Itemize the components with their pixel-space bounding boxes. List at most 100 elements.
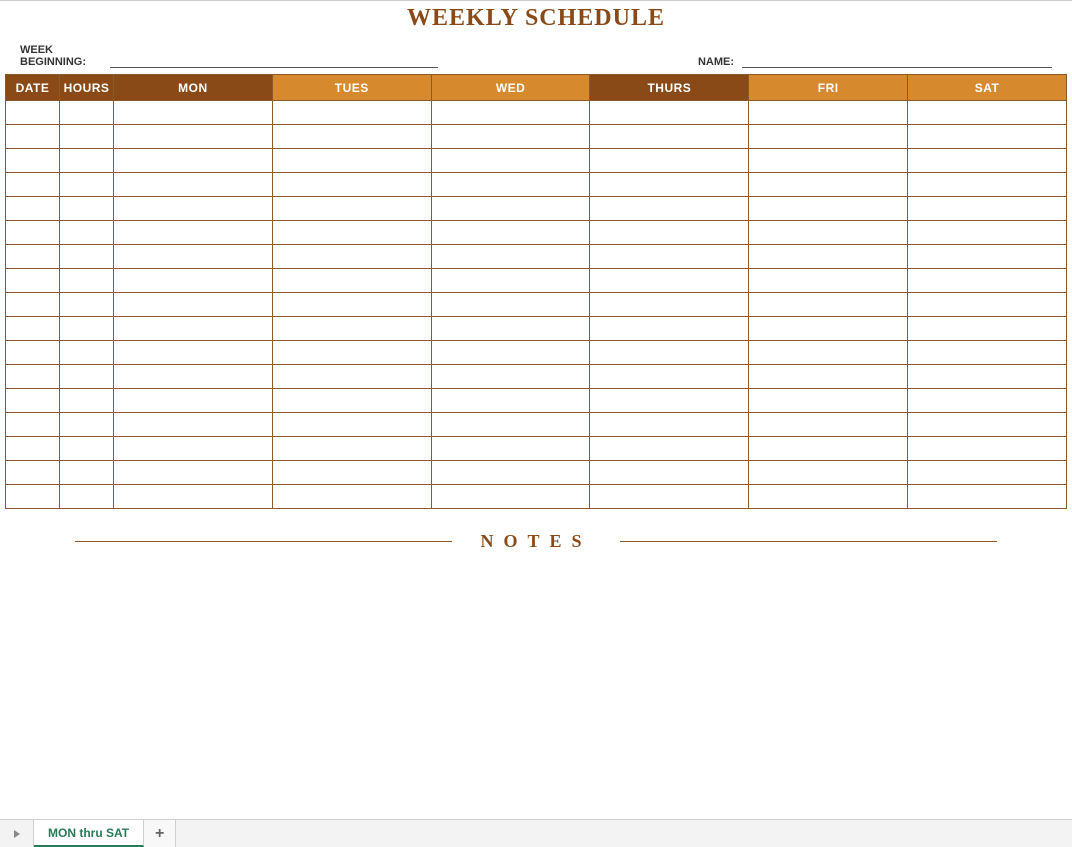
table-cell[interactable] xyxy=(272,365,431,389)
table-cell[interactable] xyxy=(272,269,431,293)
table-cell[interactable] xyxy=(908,245,1067,269)
table-cell[interactable] xyxy=(6,221,60,245)
table-cell[interactable] xyxy=(272,317,431,341)
table-cell[interactable] xyxy=(6,389,60,413)
table-cell[interactable] xyxy=(749,197,908,221)
table-cell[interactable] xyxy=(6,149,60,173)
table-cell[interactable] xyxy=(6,413,60,437)
table-cell[interactable] xyxy=(590,485,749,509)
table-cell[interactable] xyxy=(590,101,749,125)
table-cell[interactable] xyxy=(431,413,590,437)
table-cell[interactable] xyxy=(749,101,908,125)
table-cell[interactable] xyxy=(749,389,908,413)
table-cell[interactable] xyxy=(749,173,908,197)
table-cell[interactable] xyxy=(590,317,749,341)
table-cell[interactable] xyxy=(60,245,114,269)
table-cell[interactable] xyxy=(6,317,60,341)
table-cell[interactable] xyxy=(431,365,590,389)
table-cell[interactable] xyxy=(590,413,749,437)
table-cell[interactable] xyxy=(908,437,1067,461)
table-cell[interactable] xyxy=(908,149,1067,173)
table-cell[interactable] xyxy=(114,485,273,509)
table-cell[interactable] xyxy=(749,221,908,245)
add-sheet-button[interactable]: + xyxy=(144,820,176,847)
table-cell[interactable] xyxy=(908,293,1067,317)
week-beginning-input-line[interactable] xyxy=(110,54,438,68)
table-cell[interactable] xyxy=(114,245,273,269)
table-cell[interactable] xyxy=(749,149,908,173)
name-input-line[interactable] xyxy=(742,54,1052,68)
table-cell[interactable] xyxy=(431,317,590,341)
table-cell[interactable] xyxy=(60,293,114,317)
table-cell[interactable] xyxy=(60,365,114,389)
table-cell[interactable] xyxy=(431,173,590,197)
table-cell[interactable] xyxy=(272,101,431,125)
table-cell[interactable] xyxy=(6,461,60,485)
tab-scroll-right-icon[interactable] xyxy=(0,820,34,847)
table-cell[interactable] xyxy=(114,221,273,245)
table-cell[interactable] xyxy=(114,461,273,485)
table-cell[interactable] xyxy=(60,221,114,245)
table-cell[interactable] xyxy=(908,173,1067,197)
table-cell[interactable] xyxy=(431,149,590,173)
table-cell[interactable] xyxy=(60,341,114,365)
table-cell[interactable] xyxy=(590,173,749,197)
table-cell[interactable] xyxy=(590,389,749,413)
table-cell[interactable] xyxy=(749,461,908,485)
table-cell[interactable] xyxy=(272,437,431,461)
table-cell[interactable] xyxy=(431,245,590,269)
table-cell[interactable] xyxy=(590,293,749,317)
table-cell[interactable] xyxy=(114,125,273,149)
table-cell[interactable] xyxy=(6,101,60,125)
table-cell[interactable] xyxy=(272,485,431,509)
table-cell[interactable] xyxy=(6,365,60,389)
table-cell[interactable] xyxy=(908,389,1067,413)
table-cell[interactable] xyxy=(60,101,114,125)
table-cell[interactable] xyxy=(749,125,908,149)
table-cell[interactable] xyxy=(590,221,749,245)
table-cell[interactable] xyxy=(272,149,431,173)
table-cell[interactable] xyxy=(431,125,590,149)
table-cell[interactable] xyxy=(431,293,590,317)
table-cell[interactable] xyxy=(749,245,908,269)
table-cell[interactable] xyxy=(6,197,60,221)
table-cell[interactable] xyxy=(272,413,431,437)
table-cell[interactable] xyxy=(272,197,431,221)
table-cell[interactable] xyxy=(114,341,273,365)
table-cell[interactable] xyxy=(431,221,590,245)
table-cell[interactable] xyxy=(6,269,60,293)
sheet-tab-active[interactable]: MON thru SAT xyxy=(34,820,144,847)
table-cell[interactable] xyxy=(590,149,749,173)
table-cell[interactable] xyxy=(6,437,60,461)
table-cell[interactable] xyxy=(908,413,1067,437)
table-cell[interactable] xyxy=(431,101,590,125)
table-cell[interactable] xyxy=(908,269,1067,293)
table-cell[interactable] xyxy=(590,245,749,269)
table-cell[interactable] xyxy=(431,269,590,293)
table-cell[interactable] xyxy=(6,173,60,197)
table-cell[interactable] xyxy=(272,245,431,269)
table-cell[interactable] xyxy=(908,197,1067,221)
table-cell[interactable] xyxy=(590,437,749,461)
table-cell[interactable] xyxy=(272,125,431,149)
table-cell[interactable] xyxy=(60,173,114,197)
table-cell[interactable] xyxy=(114,413,273,437)
table-cell[interactable] xyxy=(6,245,60,269)
table-cell[interactable] xyxy=(908,461,1067,485)
table-cell[interactable] xyxy=(749,317,908,341)
table-cell[interactable] xyxy=(60,125,114,149)
table-cell[interactable] xyxy=(60,149,114,173)
table-cell[interactable] xyxy=(431,389,590,413)
table-cell[interactable] xyxy=(60,317,114,341)
table-cell[interactable] xyxy=(431,341,590,365)
table-cell[interactable] xyxy=(590,269,749,293)
table-cell[interactable] xyxy=(749,413,908,437)
table-cell[interactable] xyxy=(749,341,908,365)
table-cell[interactable] xyxy=(114,149,273,173)
table-cell[interactable] xyxy=(908,365,1067,389)
table-cell[interactable] xyxy=(590,197,749,221)
table-cell[interactable] xyxy=(272,173,431,197)
table-cell[interactable] xyxy=(6,341,60,365)
table-cell[interactable] xyxy=(114,365,273,389)
table-cell[interactable] xyxy=(6,125,60,149)
